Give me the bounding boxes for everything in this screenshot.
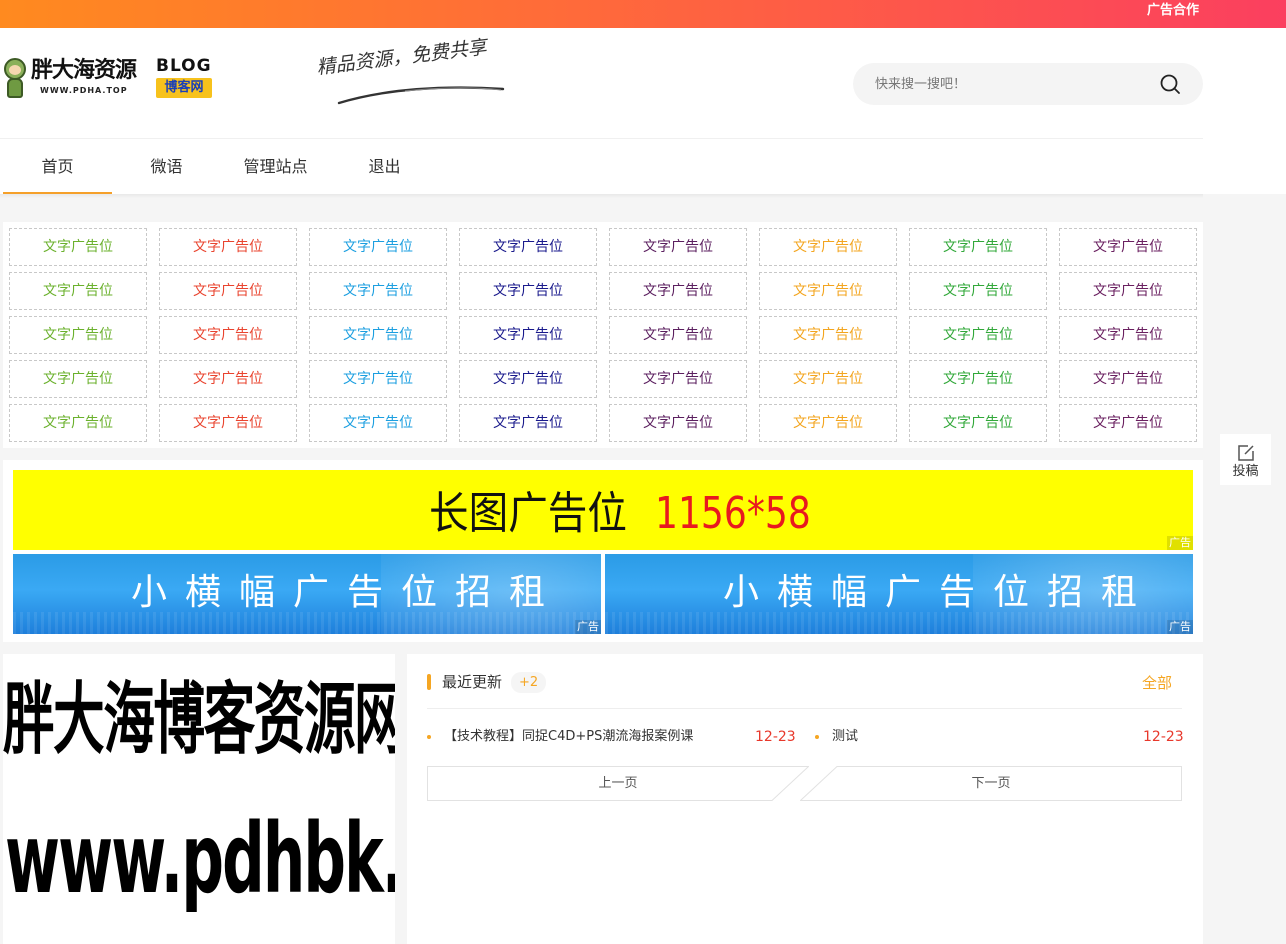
post-title[interactable]: 测试 bbox=[832, 726, 858, 748]
ad-tag: 广告 bbox=[1167, 620, 1193, 634]
latest-title: 最近更新 bbox=[442, 673, 503, 691]
text-ad-cell[interactable]: 文字广告位 bbox=[759, 228, 897, 266]
logo-url: WWW.PDHA.TOP bbox=[40, 86, 128, 95]
text-ad-cell[interactable]: 文字广告位 bbox=[909, 272, 1047, 310]
text-ad-cell[interactable]: 文字广告位 bbox=[309, 316, 447, 354]
promo-line-1: 胖大海博客资源网 bbox=[3, 675, 395, 765]
text-ad-cell[interactable]: 文字广告位 bbox=[9, 360, 147, 398]
small-banner-ad-right[interactable]: 小横幅广告位招租 广告 bbox=[605, 554, 1193, 634]
text-ad-cell[interactable]: 文字广告位 bbox=[609, 272, 747, 310]
text-ad-cell[interactable]: 文字广告位 bbox=[909, 228, 1047, 266]
banner-block: 长图广告位 1156*58 广告 小横幅广告位招租 广告 小横幅广告位招租 广告 bbox=[3, 460, 1203, 642]
text-ad-cell[interactable]: 文字广告位 bbox=[759, 404, 897, 442]
nav-item-home[interactable]: 首页 bbox=[3, 140, 112, 194]
bullet-icon bbox=[427, 735, 431, 739]
text-ad-cell[interactable]: 文字广告位 bbox=[459, 272, 597, 310]
contribute-label: 投稿 bbox=[1232, 464, 1259, 479]
text-ad-grid: 文字广告位 文字广告位 文字广告位 文字广告位 文字广告位 文字广告位 文字广告位 文字广告位… bbox=[3, 222, 1203, 448]
list-item[interactable]: 【技术教程】同捉C4D+PS潮流海报案例课 12-23 bbox=[427, 726, 796, 748]
text-ad-cell[interactable]: 文字广告位 bbox=[1059, 228, 1197, 266]
logo-blog-cn: 博客网 bbox=[156, 78, 212, 98]
small-ad-text: 小横幅广告位招租 bbox=[723, 572, 1156, 613]
long-banner-ad[interactable]: 长图广告位 1156*58 广告 bbox=[13, 470, 1193, 550]
text-ad-cell[interactable]: 文字广告位 bbox=[159, 228, 297, 266]
site-header: 胖大海资源 WWW.PDHA.TOP BLOG 博客网 精品资源，免费共享 首页… bbox=[0, 28, 1286, 194]
long-ad-text: 长图广告位 bbox=[429, 488, 627, 539]
nav-divider bbox=[0, 138, 1203, 139]
next-page-label: 下一页 bbox=[971, 776, 1011, 791]
search-box bbox=[853, 63, 1203, 105]
text-ad-cell[interactable]: 文字广告位 bbox=[609, 360, 747, 398]
text-ad-cell[interactable]: 文字广告位 bbox=[9, 404, 147, 442]
text-ad-cell[interactable]: 文字广告位 bbox=[309, 404, 447, 442]
text-ad-cell[interactable]: 文字广告位 bbox=[759, 272, 897, 310]
ad-tag: 广告 bbox=[1167, 536, 1193, 550]
text-ad-cell[interactable]: 文字广告位 bbox=[909, 404, 1047, 442]
next-page-button[interactable]: 下一页 bbox=[800, 766, 1182, 801]
logo-blog: BLOG bbox=[156, 56, 212, 76]
text-ad-cell[interactable]: 文字广告位 bbox=[459, 228, 597, 266]
text-ad-cell[interactable]: 文字广告位 bbox=[909, 360, 1047, 398]
text-ad-cell[interactable]: 文字广告位 bbox=[9, 316, 147, 354]
text-ad-cell[interactable]: 文字广告位 bbox=[459, 404, 597, 442]
section-divider bbox=[427, 708, 1182, 709]
post-date: 12-23 bbox=[1143, 729, 1184, 745]
text-ad-cell[interactable]: 文字广告位 bbox=[459, 360, 597, 398]
text-ad-cell[interactable]: 文字广告位 bbox=[909, 316, 1047, 354]
promo-line-2: www.pdhbk.cn bbox=[5, 803, 395, 915]
search-icon[interactable] bbox=[1159, 73, 1181, 95]
text-ad-cell[interactable]: 文字广告位 bbox=[609, 228, 747, 266]
ad-tag: 广告 bbox=[575, 620, 601, 634]
text-ad-cell[interactable]: 文字广告位 bbox=[1059, 360, 1197, 398]
text-ad-cell[interactable]: 文字广告位 bbox=[609, 316, 747, 354]
bullet-icon bbox=[815, 735, 819, 739]
view-all-link[interactable]: 全部 bbox=[1132, 658, 1182, 709]
nav-item-logout[interactable]: 退出 bbox=[330, 140, 439, 194]
text-ad-cell[interactable]: 文字广告位 bbox=[159, 272, 297, 310]
text-ad-cell[interactable]: 文字广告位 bbox=[309, 228, 447, 266]
text-ad-cell[interactable]: 文字广告位 bbox=[1059, 316, 1197, 354]
logo-brand: 胖大海资源 bbox=[31, 58, 137, 83]
site-logo[interactable]: 胖大海资源 WWW.PDHA.TOP BLOG 博客网 bbox=[2, 56, 212, 104]
small-banner-ad-left[interactable]: 小横幅广告位招租 广告 bbox=[13, 554, 601, 634]
text-ad-cell[interactable]: 文字广告位 bbox=[759, 360, 897, 398]
text-ad-cell[interactable]: 文字广告位 bbox=[159, 360, 297, 398]
text-ad-cell[interactable]: 文字广告位 bbox=[309, 360, 447, 398]
latest-updates: 最近更新 +2 全部 【技术教程】同捉C4D+PS潮流海报案例课 12-23 测… bbox=[407, 654, 1203, 944]
text-ad-cell[interactable]: 文字广告位 bbox=[9, 228, 147, 266]
post-date: 12-23 bbox=[755, 729, 796, 745]
edit-icon bbox=[1238, 445, 1254, 461]
small-ad-text: 小横幅广告位招租 bbox=[131, 572, 564, 613]
prev-page-label: 上一页 bbox=[598, 776, 638, 791]
list-item[interactable]: 测试 12-23 bbox=[815, 726, 1184, 748]
text-ad-cell[interactable]: 文字广告位 bbox=[9, 272, 147, 310]
prev-page-button[interactable]: 上一页 bbox=[427, 766, 809, 801]
nav-item-admin[interactable]: 管理站点 bbox=[221, 140, 330, 194]
mascot-icon bbox=[2, 58, 28, 100]
long-ad-size: 1156*58 bbox=[655, 488, 811, 539]
latest-count-badge: +2 bbox=[511, 672, 547, 693]
contribute-button[interactable]: 投稿 bbox=[1220, 434, 1271, 485]
text-ad-cell[interactable]: 文字广告位 bbox=[759, 316, 897, 354]
top-bar: 广告合作 bbox=[0, 0, 1286, 28]
post-title[interactable]: 【技术教程】同捉C4D+PS潮流海报案例课 bbox=[444, 726, 693, 748]
text-ad-cell[interactable]: 文字广告位 bbox=[1059, 404, 1197, 442]
section-accent-bar bbox=[427, 674, 431, 690]
text-ad-cell[interactable]: 文字广告位 bbox=[159, 404, 297, 442]
slogan: 精品资源，免费共享 bbox=[315, 36, 515, 113]
text-ad-cell[interactable]: 文字广告位 bbox=[1059, 272, 1197, 310]
site-promo-image[interactable]: 胖大海博客资源网 www.pdhbk.cn bbox=[3, 654, 395, 944]
ad-cooperation-link[interactable]: 广告合作 bbox=[1147, 2, 1199, 20]
header-shadow bbox=[0, 194, 1203, 198]
brush-stroke-icon bbox=[337, 86, 505, 105]
text-ad-cell[interactable]: 文字广告位 bbox=[309, 272, 447, 310]
text-ad-cell[interactable]: 文字广告位 bbox=[159, 316, 297, 354]
slogan-text: 精品资源，免费共享 bbox=[315, 36, 488, 79]
text-ad-cell[interactable]: 文字广告位 bbox=[459, 316, 597, 354]
text-ad-cell[interactable]: 文字广告位 bbox=[609, 404, 747, 442]
search-input[interactable] bbox=[875, 72, 1135, 96]
nav-item-weiyu[interactable]: 微语 bbox=[112, 140, 221, 194]
